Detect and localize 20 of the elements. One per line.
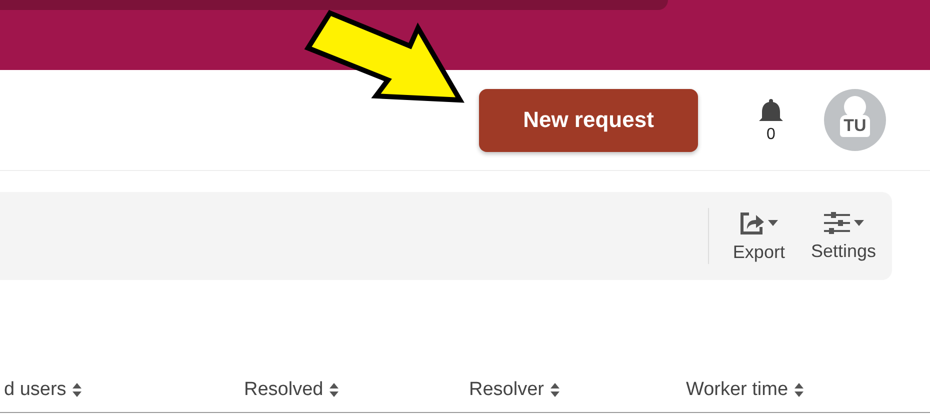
share-icon [739,210,766,236]
sort-icon [329,382,340,398]
notifications-button[interactable]: 0 [756,97,786,143]
settings-button[interactable]: Settings [800,210,886,262]
caret-icon [768,220,778,226]
new-request-button[interactable]: New request [479,88,698,152]
column-header[interactable]: d users [4,379,244,401]
notification-count: 0 [766,127,776,143]
sort-icon [794,382,804,398]
user-avatar[interactable]: TU [824,89,886,151]
column-header[interactable]: Worker time [686,379,930,401]
column-header[interactable]: Resolved [244,379,469,401]
caret-icon [854,220,864,226]
sort-icon [72,382,82,398]
sliders-icon [822,210,851,234]
sort-icon [550,382,560,398]
search-bar[interactable] [0,0,668,10]
export-button[interactable]: Export [722,210,795,262]
column-header[interactable]: Resolver [469,379,686,401]
avatar-initials: TU [840,115,870,137]
